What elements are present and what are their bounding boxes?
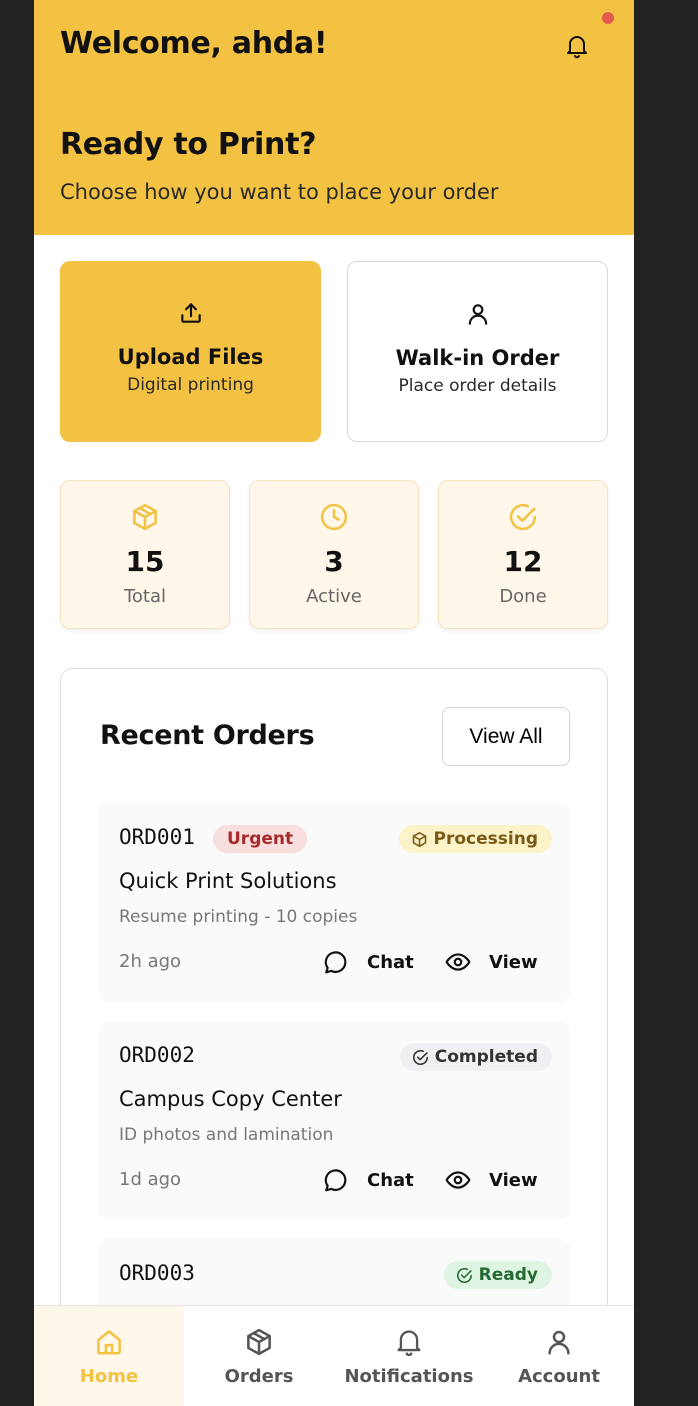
nav-home[interactable]: Home (34, 1306, 184, 1406)
view-all-button[interactable]: View All (442, 707, 570, 766)
clock-icon (320, 503, 348, 531)
stat-total-label: Total (123, 586, 167, 607)
status-badge: Processing (398, 825, 552, 853)
chat-button[interactable]: Chat (323, 1167, 414, 1193)
upload-files-subtitle: Digital printing (127, 375, 254, 395)
check-circle-icon (509, 503, 537, 531)
stat-active-label: Active (306, 586, 362, 607)
bell-icon (567, 36, 587, 59)
order-card[interactable]: ORD002 Completed Campus Copy Center ID p… (99, 1021, 570, 1220)
view-label: View (489, 1169, 538, 1191)
stat-done-value: 12 (503, 545, 543, 578)
bell-icon (397, 1330, 421, 1357)
upload-icon (180, 303, 201, 323)
walk-in-order-title: Walk-in Order (395, 346, 560, 370)
chat-button[interactable]: Chat (323, 949, 414, 975)
check-circle-icon (412, 1049, 428, 1065)
view-label: View (489, 951, 538, 973)
stat-active: 3 Active (249, 480, 419, 629)
shop-name: Quick Print Solutions (119, 869, 337, 893)
status-label: Ready (478, 1265, 538, 1285)
bottom-nav: Home Orders Notifications Account (34, 1305, 634, 1406)
order-time: 2h ago (119, 951, 182, 972)
recent-orders-card: Recent Orders View All ORD001 Urgent Pro… (60, 668, 608, 1379)
order-card[interactable]: ORD001 Urgent Processing Quick Print Sol… (99, 803, 570, 1002)
chat-label: Chat (367, 1169, 414, 1191)
stat-done-label: Done (499, 586, 547, 607)
user-icon (468, 304, 487, 325)
walk-in-order-card[interactable]: Walk-in Order Place order details (347, 261, 608, 442)
status-badge: Completed (399, 1043, 552, 1071)
notifications-button[interactable] (562, 30, 592, 62)
package-icon (412, 831, 426, 847)
status-label: Processing (433, 829, 538, 849)
hero-subtitle: Choose how you want to place your order (60, 180, 499, 204)
view-button[interactable]: View (445, 1167, 538, 1193)
notification-dot (602, 12, 614, 24)
stat-done: 12 Done (438, 480, 608, 629)
home-icon (97, 1330, 121, 1355)
view-button[interactable]: View (445, 949, 538, 975)
order-id: ORD003 (119, 1261, 195, 1285)
nav-orders[interactable]: Orders (184, 1306, 334, 1406)
nav-account-label: Account (518, 1366, 600, 1387)
status-label: Completed (434, 1047, 538, 1067)
shop-name: Campus Copy Center (119, 1087, 342, 1111)
chat-icon (324, 1169, 347, 1192)
chat-label: Chat (367, 951, 414, 973)
eye-icon (445, 953, 471, 971)
upload-files-card[interactable]: Upload Files Digital printing (60, 261, 321, 442)
order-description: Resume printing - 10 copies (119, 907, 358, 927)
stat-total: 15 Total (60, 480, 230, 629)
stat-active-value: 3 (324, 545, 344, 578)
walk-in-order-subtitle: Place order details (398, 376, 557, 396)
package-icon (247, 1328, 271, 1356)
stat-total-value: 15 (125, 545, 165, 578)
upload-files-title: Upload Files (117, 345, 264, 369)
check-circle-icon (456, 1267, 472, 1283)
nav-home-label: Home (79, 1366, 139, 1387)
user-icon (548, 1330, 570, 1355)
recent-orders-title: Recent Orders (100, 720, 315, 751)
nav-account[interactable]: Account (484, 1306, 634, 1406)
urgent-badge: Urgent (213, 825, 308, 853)
order-time: 1d ago (119, 1169, 182, 1190)
welcome-text: Welcome, ahda! (60, 26, 328, 61)
header: Welcome, ahda! Ready to Print? Choose ho… (34, 0, 634, 235)
order-description: ID photos and lamination (119, 1125, 334, 1145)
hero-title: Ready to Print? (60, 127, 317, 162)
app-screen: Welcome, ahda! Ready to Print? Choose ho… (34, 0, 634, 1406)
nav-orders-label: Orders (224, 1366, 294, 1387)
eye-icon (445, 1171, 471, 1189)
order-id: ORD002 (119, 1043, 195, 1067)
nav-notifications[interactable]: Notifications (334, 1306, 484, 1406)
order-id: ORD001 (119, 825, 195, 849)
package-icon (133, 503, 157, 531)
chat-icon (324, 951, 347, 974)
nav-notifications-label: Notifications (344, 1366, 474, 1387)
status-badge: Ready (443, 1261, 552, 1289)
